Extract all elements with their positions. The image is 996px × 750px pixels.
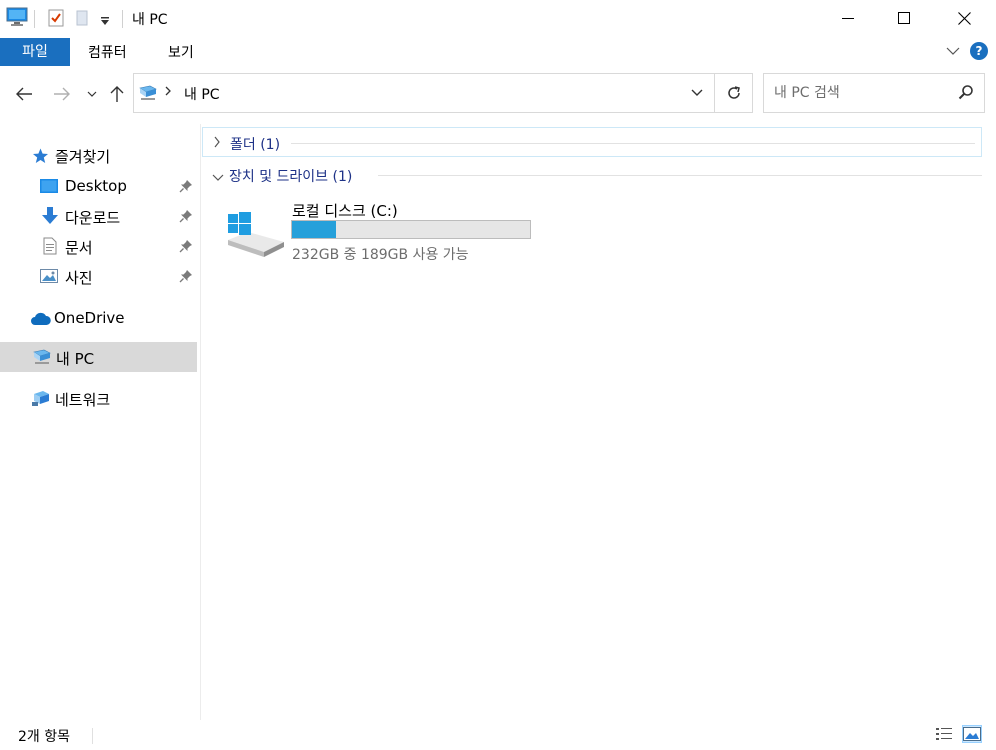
pin-icon[interactable] [179, 269, 193, 287]
address-history-button[interactable] [682, 74, 712, 112]
refresh-icon [727, 86, 740, 99]
group-label-text: 폴더 [230, 137, 256, 153]
window-title: 내 PC [132, 12, 168, 28]
sidebar-item-documents[interactable]: 문서 [0, 231, 197, 261]
chevron-down-icon [212, 170, 224, 186]
sidebar-item-label: Desktop [65, 177, 127, 195]
navigation-pane: 즐겨찾기 Desktop 다운로드 문서 사진 OneDrive 내 PC 네트… [0, 124, 200, 720]
sidebar-item-label: 네트워크 [55, 391, 111, 409]
sidebar-item-downloads[interactable]: 다운로드 [0, 201, 197, 231]
this-pc-icon [138, 84, 158, 106]
properties-icon[interactable] [48, 9, 64, 31]
address-bar[interactable]: 내 PC [133, 73, 753, 113]
help-button[interactable]: ? [970, 42, 988, 60]
cloud-icon [30, 312, 51, 330]
group-count: (1) [332, 169, 353, 185]
this-pc-icon[interactable] [6, 7, 28, 31]
group-label: 폴더 (1) [230, 134, 280, 154]
sidebar-item-label: 다운로드 [65, 209, 121, 227]
large-icons-view-button[interactable] [962, 725, 982, 743]
ribbon: 파일 컴퓨터 보기 ? [0, 36, 996, 68]
sidebar-item-quick-access[interactable]: 즐겨찾기 [0, 140, 197, 170]
hard-drive-icon [226, 212, 284, 262]
sidebar-item-pictures[interactable]: 사진 [0, 261, 197, 291]
drive-item-c[interactable]: 로컬 디스크 (C:) 232GB 중 189GB 사용 가능 [222, 196, 542, 266]
maximize-icon [898, 12, 910, 24]
customize-quick-access-icon[interactable] [100, 14, 110, 30]
drive-usage-fill [292, 221, 337, 238]
group-label: 장치 및 드라이브 (1) [229, 166, 352, 186]
back-arrow-icon [16, 87, 32, 101]
pin-icon[interactable] [179, 179, 193, 197]
refresh-button[interactable] [714, 74, 752, 112]
close-icon [957, 11, 971, 25]
group-count: (1) [260, 137, 281, 153]
maximize-button[interactable] [874, 0, 934, 36]
desktop-icon [40, 179, 58, 197]
title-separator [122, 10, 123, 28]
new-folder-icon[interactable] [76, 10, 88, 30]
sidebar-item-label: 문서 [65, 239, 93, 257]
sidebar-item-desktop[interactable]: Desktop [0, 171, 197, 201]
sidebar-item-onedrive[interactable]: OneDrive [0, 303, 197, 333]
address-row: 내 PC [0, 72, 996, 116]
download-arrow-icon [42, 207, 58, 229]
tab-computer[interactable]: 컴퓨터 [76, 40, 139, 66]
tab-view[interactable]: 보기 [156, 40, 206, 66]
expand-ribbon-icon[interactable] [946, 46, 960, 56]
group-header-devices[interactable]: 장치 및 드라이브 (1) [202, 160, 982, 190]
up-arrow-icon [110, 86, 124, 102]
search-input[interactable] [774, 83, 944, 103]
drive-name: 로컬 디스크 (C:) [292, 202, 398, 220]
minimize-icon [842, 18, 854, 19]
large-icons-view-icon [963, 727, 981, 741]
group-label-text: 장치 및 드라이브 [229, 169, 329, 185]
sidebar-item-label: 사진 [65, 269, 93, 287]
pane-divider[interactable] [200, 124, 201, 720]
status-bar: 2개 항목 [0, 720, 996, 750]
picture-icon [40, 269, 58, 287]
search-icon[interactable] [958, 84, 974, 104]
drive-free-space: 232GB 중 189GB 사용 가능 [292, 247, 469, 263]
item-count: 2개 항목 [18, 729, 70, 745]
group-divider [291, 143, 975, 144]
sidebar-item-this-pc[interactable]: 내 PC [0, 342, 197, 372]
details-view-button[interactable] [934, 725, 954, 743]
up-button[interactable] [105, 82, 129, 106]
chevron-down-icon [87, 91, 97, 97]
breadcrumb-chevron-icon[interactable] [164, 85, 172, 101]
chevron-down-icon [691, 89, 703, 96]
document-icon [43, 237, 57, 259]
search-box[interactable] [763, 73, 985, 113]
sidebar-item-label: 내 PC [56, 350, 95, 368]
pin-icon[interactable] [179, 239, 193, 257]
group-header-folders[interactable]: 폴더 (1) [202, 127, 982, 157]
forward-button[interactable] [50, 82, 74, 106]
details-view-icon [936, 728, 952, 740]
title-separator [34, 10, 35, 28]
breadcrumb-this-pc[interactable]: 내 PC [184, 84, 220, 104]
chevron-right-icon [213, 136, 221, 152]
sidebar-item-label: OneDrive [54, 309, 125, 327]
status-separator [92, 728, 93, 744]
close-button[interactable] [934, 0, 994, 36]
network-icon [31, 389, 51, 411]
group-divider [378, 175, 982, 176]
sidebar-item-network[interactable]: 네트워크 [0, 383, 197, 413]
tab-file[interactable]: 파일 [0, 38, 70, 66]
recent-locations-button[interactable] [80, 82, 104, 106]
back-button[interactable] [12, 82, 36, 106]
pin-icon[interactable] [179, 209, 193, 227]
star-icon [32, 148, 49, 168]
forward-arrow-icon [54, 87, 70, 101]
sidebar-item-label: 즐겨찾기 [55, 148, 111, 166]
drive-usage-bar [291, 220, 531, 239]
minimize-button[interactable] [818, 0, 878, 36]
this-pc-icon [32, 348, 52, 370]
title-bar: 내 PC [0, 0, 996, 36]
